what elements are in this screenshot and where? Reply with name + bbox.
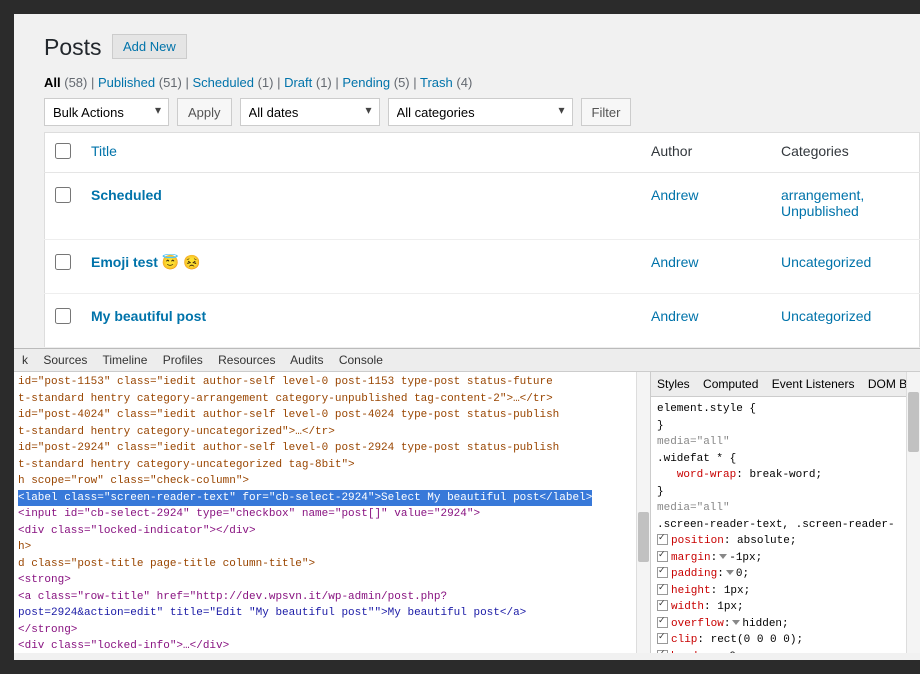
listeners-tab[interactable]: Event Listeners — [772, 377, 855, 391]
devtools-tab[interactable]: Console — [339, 353, 383, 367]
devtools-tab[interactable]: Timeline — [103, 353, 148, 367]
dom-bp-tab[interactable]: DOM Br — [868, 377, 911, 391]
filter-button[interactable]: Filter — [581, 98, 632, 126]
add-new-button[interactable]: Add New — [112, 34, 187, 59]
post-title-link[interactable]: Emoji test 😇 😣 — [91, 254, 201, 270]
category-filter-select[interactable]: All categories — [388, 98, 573, 126]
status-filters: All (58) | Published (51) | Scheduled (1… — [44, 75, 920, 90]
col-categories-header: Categories — [771, 133, 920, 173]
devtools-tab[interactable]: Profiles — [163, 353, 203, 367]
row-checkbox[interactable] — [55, 254, 71, 270]
dom-tree[interactable]: id="post-1153" class="iedit author-self … — [14, 372, 650, 653]
table-row: My beautiful post Andrew Uncategorized — [45, 294, 920, 348]
filter-trash[interactable]: Trash — [420, 75, 453, 90]
styles-pane[interactable]: Styles Computed Event Listeners DOM Br e… — [650, 372, 920, 653]
apply-button[interactable]: Apply — [177, 98, 232, 126]
date-filter-select[interactable]: All dates — [240, 98, 380, 126]
filter-pending[interactable]: Pending — [342, 75, 390, 90]
category-link[interactable]: arrangement, Unpublished — [781, 187, 864, 219]
row-checkbox[interactable] — [55, 187, 71, 203]
table-row: Emoji test 😇 😣 Andrew Uncategorized — [45, 240, 920, 294]
posts-table: Title Author Categories Scheduled Andrew… — [44, 132, 920, 348]
row-checkbox[interactable] — [55, 308, 71, 324]
devtools-tab[interactable]: Audits — [290, 353, 323, 367]
devtools-panel: k Sources Timeline Profiles Resources Au… — [14, 348, 920, 653]
filter-all-count: (58) — [64, 75, 87, 90]
tablenav: Bulk Actions Apply All dates All categor… — [44, 98, 920, 126]
styles-tab[interactable]: Styles — [657, 377, 690, 391]
table-row: Scheduled Andrew arrangement, Unpublishe… — [45, 173, 920, 240]
category-link[interactable]: Uncategorized — [781, 308, 871, 324]
filter-all[interactable]: All — [44, 75, 61, 90]
devtools-tab[interactable]: Resources — [218, 353, 275, 367]
page-title: Posts — [44, 34, 102, 61]
col-title-header[interactable]: Title — [91, 143, 117, 159]
author-link[interactable]: Andrew — [651, 254, 698, 270]
post-title-link[interactable]: Scheduled — [91, 187, 162, 203]
selected-dom-node[interactable]: <label class="screen-reader-text" for="c… — [18, 490, 592, 507]
filter-published[interactable]: Published — [98, 75, 155, 90]
filter-draft[interactable]: Draft — [284, 75, 312, 90]
post-title-link[interactable]: My beautiful post — [91, 308, 206, 324]
select-all-checkbox[interactable] — [55, 143, 71, 159]
bulk-actions-select[interactable]: Bulk Actions — [44, 98, 169, 126]
devtools-tab[interactable]: Sources — [43, 353, 87, 367]
author-link[interactable]: Andrew — [651, 308, 698, 324]
category-link[interactable]: Uncategorized — [781, 254, 871, 270]
author-link[interactable]: Andrew — [651, 187, 698, 203]
devtools-tab[interactable]: k — [22, 353, 28, 367]
col-author-header: Author — [641, 133, 771, 173]
devtools-tabs[interactable]: k Sources Timeline Profiles Resources Au… — [14, 349, 920, 372]
filter-scheduled[interactable]: Scheduled — [192, 75, 253, 90]
computed-tab[interactable]: Computed — [703, 377, 758, 391]
